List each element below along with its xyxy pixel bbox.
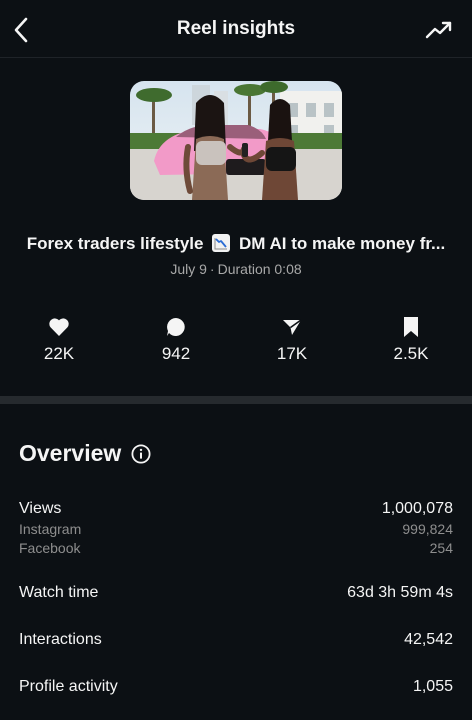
reel-duration: Duration 0:08 bbox=[217, 261, 302, 277]
reel-date: July 9 bbox=[170, 261, 207, 277]
comment-icon bbox=[167, 318, 185, 336]
reel-insights-screen: Reel insights Forex traders lifestyle DM… bbox=[0, 0, 472, 720]
facebook-value: 254 bbox=[429, 540, 453, 556]
reel-meta: July 9 · Duration 0:08 bbox=[0, 261, 472, 277]
heart-icon bbox=[49, 318, 69, 336]
profile-activity-row[interactable]: Profile activity bbox=[19, 678, 118, 696]
chart-decreasing-icon bbox=[212, 234, 231, 252]
send-icon bbox=[283, 319, 302, 335]
reel-caption-text: Forex traders lifestyle bbox=[26, 234, 204, 253]
overview-title-text: Overview bbox=[19, 440, 122, 466]
profile-activity-value: 1,055 bbox=[412, 678, 453, 695]
overview-heading: Overview bbox=[19, 440, 151, 467]
saves-stat: 2.5K bbox=[371, 316, 451, 364]
instagram-value: 999,824 bbox=[402, 521, 453, 537]
trending-up-icon bbox=[425, 21, 452, 39]
likes-count: 22K bbox=[43, 344, 75, 363]
watch-time-row[interactable]: Watch time bbox=[19, 584, 98, 602]
reel-thumbnail[interactable] bbox=[130, 81, 342, 200]
comments-count: 942 bbox=[161, 344, 191, 363]
interactions-label: Interactions bbox=[19, 631, 102, 648]
trends-button[interactable] bbox=[424, 17, 454, 43]
top-bar: Reel insights bbox=[0, 0, 472, 58]
watch-time-value: 63d 3h 59m 4s bbox=[347, 584, 453, 601]
facebook-label: Facebook bbox=[19, 540, 81, 556]
shares-count: 17K bbox=[276, 344, 308, 363]
engagement-stats: 22K 942 17K 2.5K bbox=[0, 316, 472, 366]
section-divider bbox=[0, 396, 472, 404]
bookmark-icon bbox=[404, 317, 418, 337]
comments-stat: 942 bbox=[136, 316, 216, 364]
views-value: 1,000,078 bbox=[381, 500, 453, 517]
info-icon[interactable] bbox=[131, 443, 151, 464]
interactions-value: 42,542 bbox=[404, 631, 453, 648]
reel-thumbnail-image bbox=[130, 81, 342, 200]
views-label: Views bbox=[19, 500, 62, 517]
saves-count: 2.5K bbox=[393, 344, 429, 363]
meta-separator: · bbox=[209, 261, 215, 277]
profile-activity-label: Profile activity bbox=[19, 678, 118, 695]
interactions-row[interactable]: Interactions bbox=[19, 631, 102, 649]
shares-stat: 17K bbox=[252, 316, 332, 364]
reel-caption-rest: DM AI to make money fr... bbox=[238, 234, 446, 253]
reel-caption: Forex traders lifestyle DM AI to make mo… bbox=[0, 234, 472, 254]
likes-stat: 22K bbox=[19, 316, 99, 364]
watch-time-label: Watch time bbox=[19, 584, 99, 601]
instagram-label: Instagram bbox=[19, 521, 82, 537]
page-title: Reel insights bbox=[176, 18, 296, 39]
